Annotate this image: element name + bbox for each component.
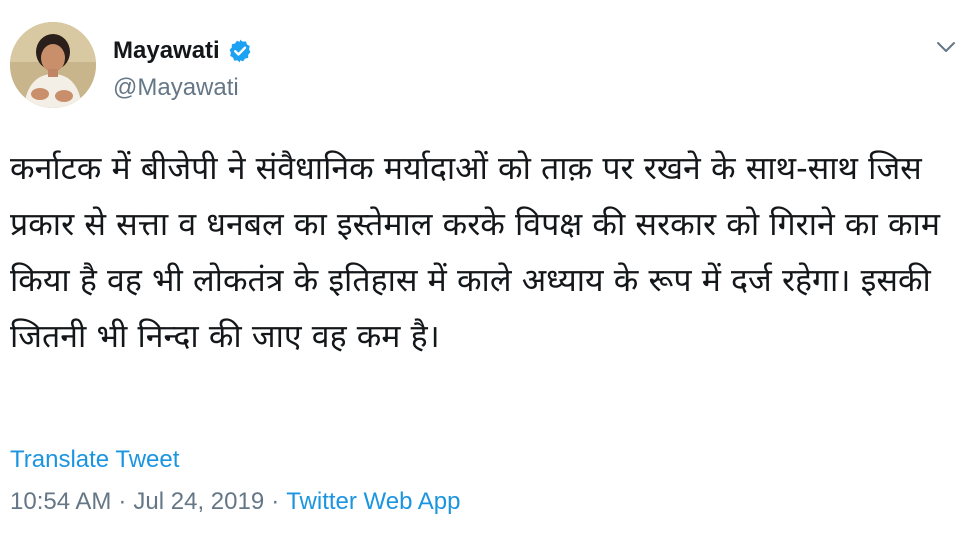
tweet-meta: 10:54 AM · Jul 24, 2019 · Twitter Web Ap… [10, 488, 461, 516]
profile-photo-icon [10, 22, 96, 108]
verified-badge-icon [227, 38, 253, 64]
meta-separator: · [271, 488, 280, 515]
tweet-text: कर्नाटक में बीजेपी ने संवैधानिक मर्यादाओ… [10, 149, 951, 355]
translate-tweet-link[interactable]: Translate Tweet [10, 446, 179, 474]
user-handle[interactable]: @Mayawati [113, 74, 239, 102]
tweet-date[interactable]: Jul 24, 2019 [133, 488, 264, 516]
chevron-down-icon[interactable] [934, 38, 958, 56]
tweet-source-link[interactable]: Twitter Web App [286, 488, 460, 516]
tweet-card: Mayawati @Mayawati कर्नाटक में बीजेपी ने… [0, 0, 970, 545]
tweet-time[interactable]: 10:54 AM [10, 488, 111, 516]
display-name[interactable]: Mayawati [113, 37, 220, 65]
author-name-row[interactable]: Mayawati [113, 34, 253, 68]
meta-separator: · [118, 488, 127, 515]
avatar[interactable] [10, 22, 96, 108]
